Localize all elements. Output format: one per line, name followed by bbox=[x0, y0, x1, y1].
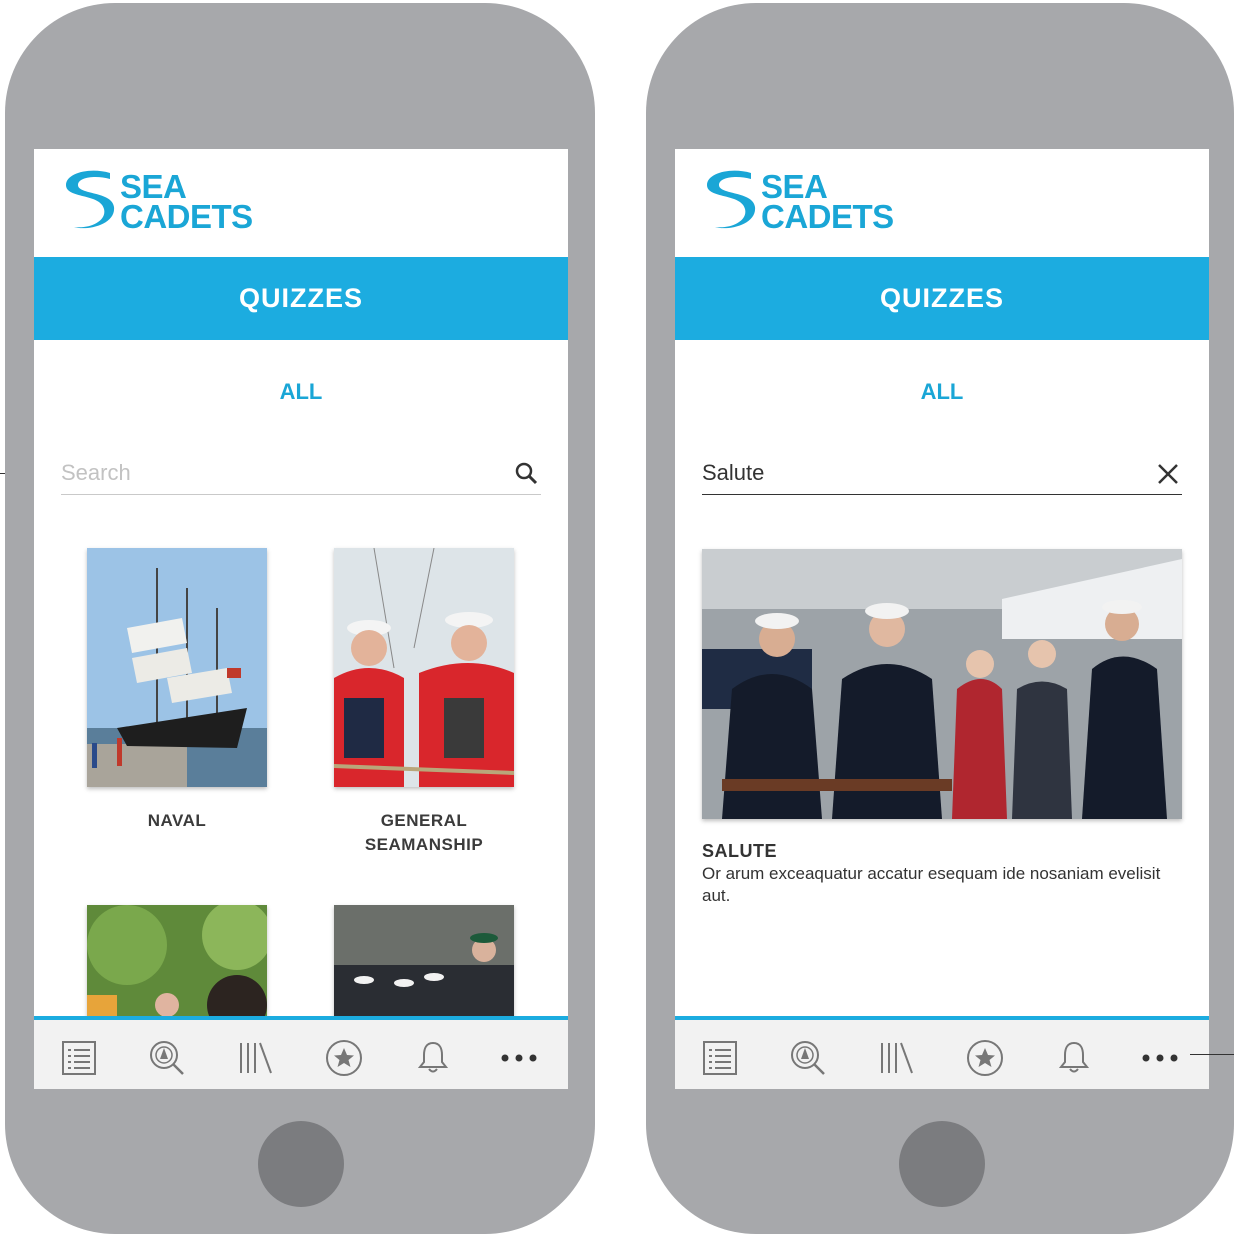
search-icon[interactable] bbox=[513, 460, 541, 488]
quizzes-banner: QUIZZES bbox=[675, 257, 1209, 340]
close-icon[interactable] bbox=[1154, 460, 1182, 488]
search-input[interactable]: Salute bbox=[702, 458, 1182, 495]
result-title[interactable]: SALUTE bbox=[702, 841, 777, 862]
library-icon[interactable] bbox=[236, 1038, 276, 1078]
bottom-tab-bar bbox=[675, 1016, 1209, 1089]
search-map-icon[interactable] bbox=[788, 1038, 828, 1078]
bell-icon[interactable] bbox=[413, 1038, 453, 1078]
home-button[interactable] bbox=[899, 1121, 985, 1207]
annotation-line-right bbox=[1190, 1054, 1234, 1055]
sea-cadets-swoosh-icon bbox=[707, 170, 756, 229]
phone-frame-right: SEA CADETS QUIZZES ALL Salute SALUTE Or … bbox=[646, 3, 1234, 1234]
filter-all-tab[interactable]: ALL bbox=[34, 379, 568, 405]
bell-icon[interactable] bbox=[1054, 1038, 1094, 1078]
logo-word-cadets: CADETS bbox=[761, 198, 894, 235]
search-value: Salute bbox=[702, 460, 765, 485]
filter-all-tab[interactable]: ALL bbox=[675, 379, 1209, 405]
app-screen-right: SEA CADETS QUIZZES ALL Salute SALUTE Or … bbox=[675, 149, 1209, 1089]
quiz-card-label: GENERAL SEAMANSHIP bbox=[364, 811, 484, 854]
list-icon[interactable] bbox=[59, 1038, 99, 1078]
sea-cadets-logo: SEA CADETS bbox=[701, 169, 931, 235]
search-input[interactable]: Search bbox=[61, 458, 541, 495]
search-placeholder: Search bbox=[61, 460, 131, 485]
quizzes-banner: QUIZZES bbox=[34, 257, 568, 340]
page-title: QUIZZES bbox=[238, 283, 363, 313]
search-map-icon[interactable] bbox=[147, 1038, 187, 1078]
star-icon[interactable] bbox=[965, 1038, 1005, 1078]
app-screen-left: SEA CADETS QUIZZES ALL Search NAVAL GENE… bbox=[34, 149, 568, 1089]
sea-cadets-swoosh-icon bbox=[66, 170, 115, 229]
phone-frame-left: SEA CADETS QUIZZES ALL Search NAVAL GENE… bbox=[5, 3, 595, 1234]
more-icon[interactable] bbox=[1140, 1038, 1180, 1078]
quiz-card-label: NAVAL bbox=[147, 811, 207, 830]
list-icon[interactable] bbox=[700, 1038, 740, 1078]
more-icon[interactable] bbox=[499, 1038, 539, 1078]
naval-thumbnail bbox=[87, 548, 267, 787]
page-title: QUIZZES bbox=[879, 283, 1004, 313]
bottom-tab-bar bbox=[34, 1016, 568, 1089]
logo-word-cadets: CADETS bbox=[120, 198, 253, 235]
sea-cadets-logo: SEA CADETS bbox=[60, 169, 290, 235]
home-button[interactable] bbox=[258, 1121, 344, 1207]
seamanship-thumbnail bbox=[334, 548, 514, 787]
quiz-card-naval[interactable]: NAVAL bbox=[87, 548, 267, 833]
result-description: Or arum exceaquatur accatur esequam ide … bbox=[702, 864, 1161, 905]
star-icon[interactable] bbox=[324, 1038, 364, 1078]
quiz-card-general-seamanship[interactable]: GENERAL SEAMANSHIP bbox=[334, 548, 514, 857]
salute-result-image[interactable] bbox=[702, 549, 1182, 819]
library-icon[interactable] bbox=[877, 1038, 917, 1078]
